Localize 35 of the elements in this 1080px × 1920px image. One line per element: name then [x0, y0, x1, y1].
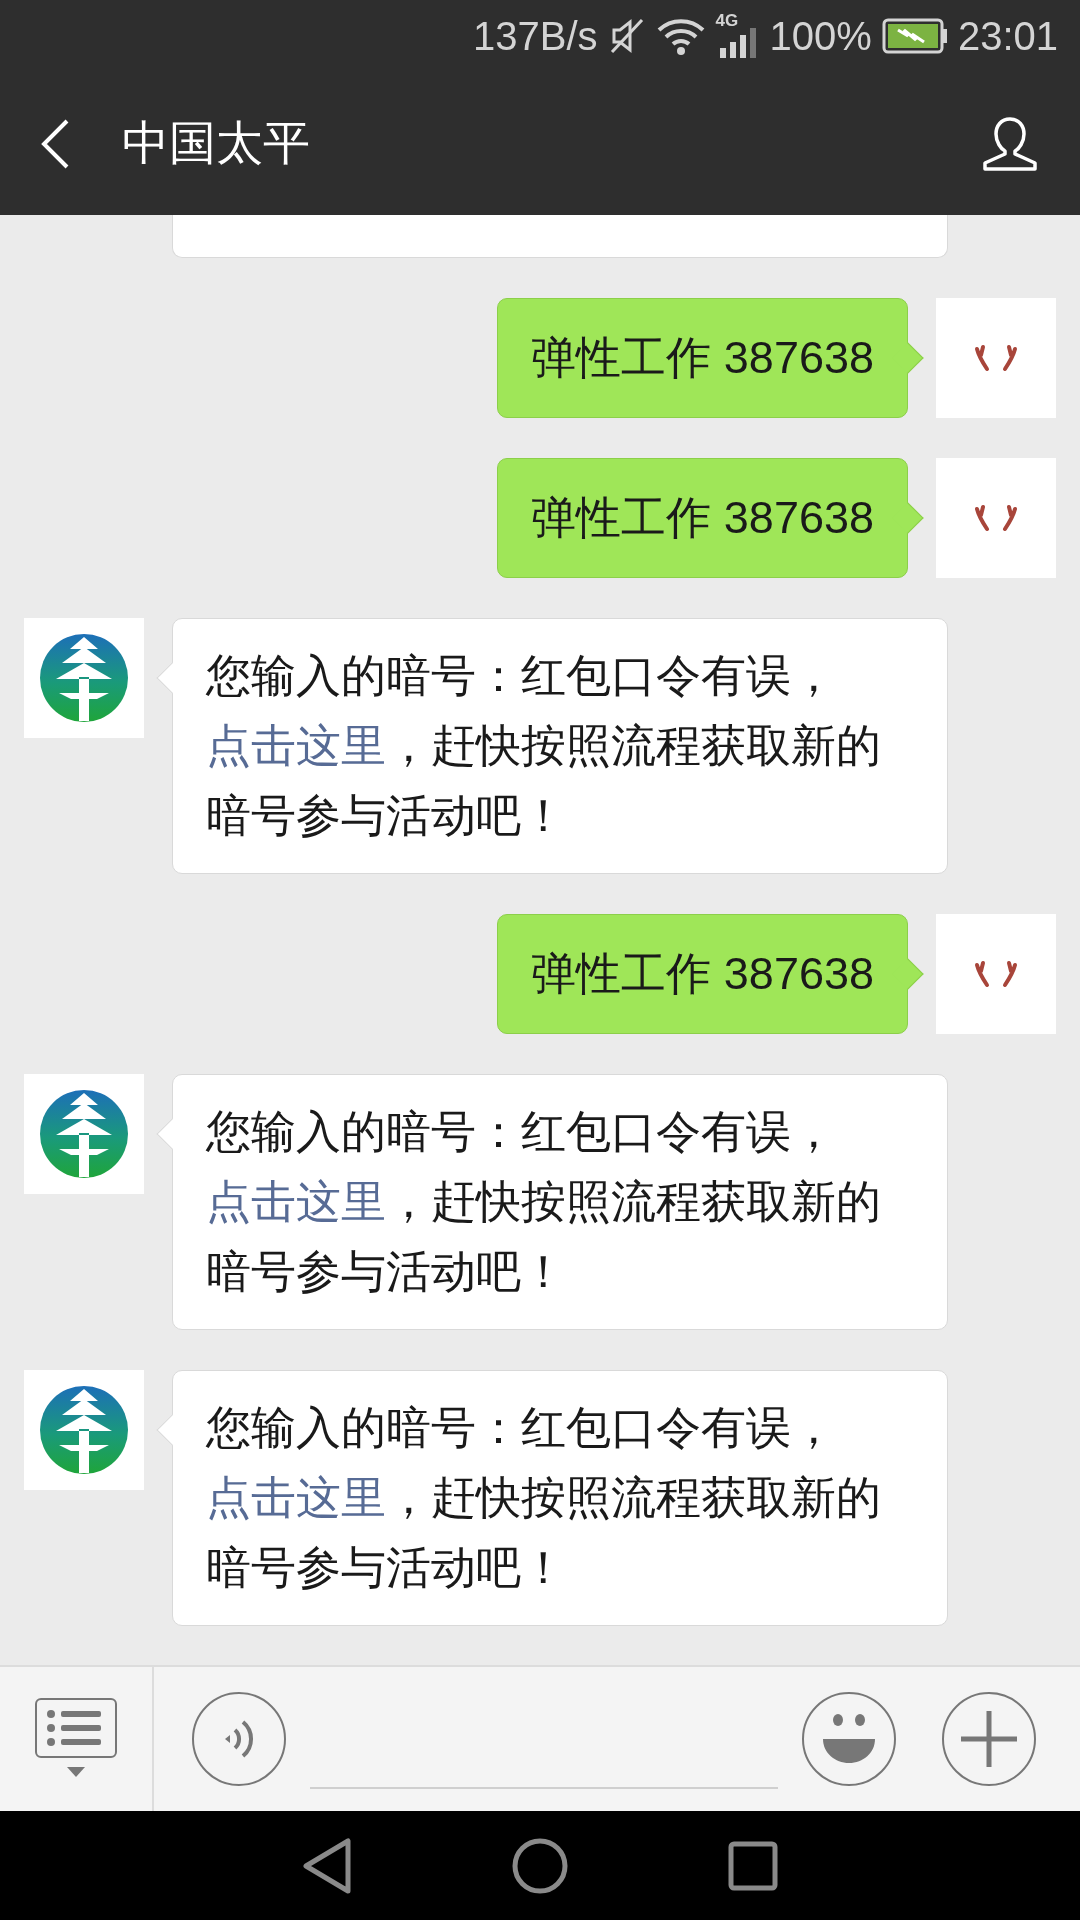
- network-speed: 137B/s: [473, 13, 598, 60]
- network-type: 4G: [715, 10, 739, 32]
- message-text: 您输入的暗号：红包口令有误， 点击这里，赶快按照流程获取新的暗号参与活动吧！: [206, 1401, 882, 1595]
- official-account-avatar[interactable]: [24, 1074, 144, 1194]
- message-text: 弹性工作 387638: [531, 331, 874, 386]
- nav-back-button[interactable]: [302, 1837, 352, 1894]
- plus-icon: [961, 1711, 1017, 1767]
- voice-button[interactable]: [192, 1692, 286, 1786]
- clock-time: 23:01: [957, 13, 1058, 60]
- battery-percent: 100%: [769, 13, 872, 60]
- tree-logo-icon: [39, 1089, 129, 1179]
- message-text: 弹性工作 387638: [531, 947, 874, 1002]
- emoji-button[interactable]: [802, 1692, 896, 1786]
- message-text: 您输入的暗号：红包口令有误， 点击这里，赶快按照流程获取新的暗号参与活动吧！: [206, 1105, 882, 1299]
- nav-recents-button[interactable]: [728, 1840, 778, 1891]
- add-button[interactable]: [942, 1692, 1036, 1786]
- wifi-icon: [655, 16, 706, 56]
- chat-title: 中国太平: [122, 115, 310, 172]
- message-link[interactable]: 点击这里: [206, 1176, 386, 1227]
- tree-logo-icon: [39, 1385, 129, 1475]
- official-account-avatar[interactable]: [24, 1370, 144, 1490]
- back-triangle-icon: [302, 1837, 352, 1894]
- nav-home-button[interactable]: [512, 1837, 568, 1894]
- message-link[interactable]: 点击这里: [206, 1472, 386, 1523]
- official-account-avatar[interactable]: [24, 618, 144, 738]
- message-text: 您输入的暗号：红包口令有误， 点击这里，赶快按照流程获取新的暗号参与活动吧！: [206, 649, 882, 843]
- battery-icon: [881, 18, 948, 54]
- recents-square-icon: [728, 1840, 778, 1891]
- smiley-icon: [821, 1713, 877, 1765]
- person-icon: [980, 115, 1040, 172]
- tree-logo-icon: [39, 633, 129, 723]
- message-link[interactable]: 点击这里: [206, 720, 386, 771]
- profile-button[interactable]: [980, 115, 1040, 172]
- message-text: 弹性工作 387638: [531, 491, 874, 546]
- home-circle-icon: [512, 1837, 568, 1894]
